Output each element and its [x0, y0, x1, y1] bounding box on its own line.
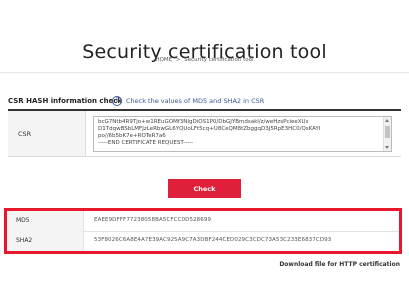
md5-label-cell: MD5	[7, 211, 84, 231]
md5-row: MD5 EAEE9DFFF77238058BA5CFCC0D528699	[7, 211, 399, 232]
scroll-down-arrow-icon[interactable]	[385, 146, 389, 149]
csr-text-content: bcG7Ntb4R9Tjo+w1REuGOMf3NIgDiOS1P0/DbGJY…	[98, 119, 321, 146]
csr-form-table: CSR bcG7Ntb4R9Tjo+w1REuGOMf3NIgDiOS1P0/D…	[8, 109, 401, 157]
check-button[interactable]: Check	[168, 179, 241, 198]
download-http-cert-link[interactable]: Download file for HTTP certification	[279, 261, 400, 268]
csr-field-label: CSR	[18, 130, 32, 138]
info-circle-icon: i	[112, 96, 122, 106]
section-heading: CSR HASH information check	[8, 97, 123, 105]
scroll-thumb[interactable]	[385, 126, 390, 138]
breadcrumb-home-link[interactable]: HOME	[155, 57, 172, 63]
sha2-label-cell: SHA2	[7, 231, 84, 251]
sha2-value: 53F8026C6A8E4A7E39AC925A9C7A3DBF244CED02…	[94, 237, 332, 243]
info-link-label: Check the values of MD5 and SHA2 in CSR	[126, 97, 265, 105]
info-link[interactable]: i Check the values of MD5 and SHA2 in CS…	[112, 96, 264, 106]
hash-result-panel: MD5 EAEE9DFFF77238058BA5CFCC0D528699 SHA…	[4, 208, 402, 254]
breadcrumb: HOME > Security certification tool	[0, 57, 409, 63]
csr-textarea[interactable]: bcG7Ntb4R9Tjo+w1REuGOMf3NIgDiOS1P0/DbGJY…	[93, 116, 392, 152]
title-divider	[0, 72, 409, 73]
breadcrumb-current: Security certification tool	[184, 57, 254, 63]
scroll-up-arrow-icon[interactable]	[385, 119, 389, 122]
breadcrumb-separator: >	[175, 57, 181, 63]
sha2-label: SHA2	[16, 237, 33, 244]
csr-label-cell: CSR	[8, 111, 86, 156]
md5-value: EAEE9DFFF77238058BA5CFCC0D528699	[94, 217, 212, 223]
md5-label: MD5	[16, 217, 30, 224]
sha2-row: SHA2 53F8026C6A8E4A7E39AC925A9C7A3DBF244…	[7, 231, 399, 251]
csr-scrollbar[interactable]	[383, 117, 391, 151]
